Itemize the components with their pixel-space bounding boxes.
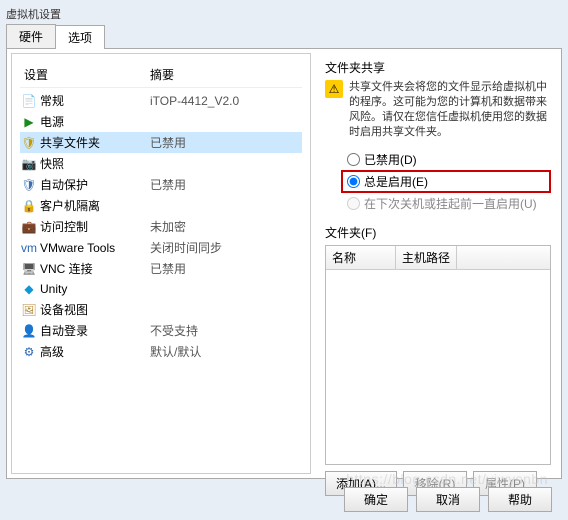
settings-row-VMware Tools[interactable]: vmVMware Tools关闭时间同步 — [20, 237, 302, 258]
row-icon: 🛡 — [20, 177, 38, 193]
row-icon: 📷 — [20, 156, 38, 172]
radio-always-enabled[interactable]: 总是启用(E) — [341, 170, 551, 193]
row-icon: 🛡 — [20, 135, 38, 151]
settings-row-共享文件夹[interactable]: 🛡共享文件夹已禁用 — [20, 132, 302, 153]
radio-until-next[interactable]: 在下次关机或挂起前一直启用(U) — [347, 193, 551, 214]
settings-row-快照[interactable]: 📷快照 — [20, 153, 302, 174]
settings-row-自动保护[interactable]: 🛡自动保护已禁用 — [20, 174, 302, 195]
warning-icon: ⚠ — [325, 80, 343, 98]
row-icon: 👤 — [20, 323, 38, 339]
ok-button[interactable]: 确定 — [344, 487, 408, 512]
window-title: 虚拟机设置 — [6, 6, 562, 22]
row-label: 设备视图 — [38, 301, 150, 318]
row-icon: vm — [20, 240, 38, 256]
row-label: 自动保护 — [38, 176, 150, 193]
folder-sharing-label: 文件夹共享 — [325, 59, 551, 76]
folders-col-name[interactable]: 名称 — [326, 246, 396, 269]
options-detail: 文件夹共享 ⚠ 共享文件夹会将您的文件显示给虚拟机中的程序。这可能为您的计算机和… — [315, 49, 561, 478]
row-icon: 📄 — [20, 93, 38, 109]
row-icon: ▶ — [20, 114, 38, 130]
tab-hardware[interactable]: 硬件 — [6, 24, 56, 48]
row-icon: 💼 — [20, 219, 38, 235]
row-label: 常规 — [38, 92, 150, 109]
settings-row-Unity[interactable]: ◆Unity — [20, 279, 302, 299]
row-label: 访问控制 — [38, 218, 150, 235]
row-summary: iTOP-4412_V2.0 — [150, 94, 302, 108]
row-label: VMware Tools — [38, 241, 150, 255]
row-summary: 未加密 — [150, 218, 302, 235]
row-label: 共享文件夹 — [38, 134, 150, 151]
row-summary: 已禁用 — [150, 134, 302, 151]
settings-row-VNC 连接[interactable]: 🖥VNC 连接已禁用 — [20, 258, 302, 279]
row-label: Unity — [38, 282, 150, 296]
row-label: 快照 — [38, 155, 150, 172]
folders-table[interactable]: 名称 主机路径 — [325, 245, 551, 465]
settings-row-常规[interactable]: 📄常规iTOP-4412_V2.0 — [20, 90, 302, 111]
settings-row-设备视图[interactable]: 🖼设备视图 — [20, 299, 302, 320]
row-summary: 已禁用 — [150, 260, 302, 277]
settings-col-summary: 摘要 — [150, 66, 302, 83]
row-summary: 已禁用 — [150, 176, 302, 193]
row-label: 自动登录 — [38, 322, 150, 339]
tab-strip: 硬件 选项 — [6, 24, 562, 49]
row-summary: 默认/默认 — [150, 343, 302, 360]
row-label: 客户机隔离 — [38, 197, 150, 214]
row-icon: ⚙ — [20, 344, 38, 360]
row-summary: 不受支持 — [150, 322, 302, 339]
row-label: VNC 连接 — [38, 260, 150, 277]
settings-row-高级[interactable]: ⚙高级默认/默认 — [20, 341, 302, 362]
settings-col-setting: 设置 — [20, 66, 150, 83]
row-label: 高级 — [38, 343, 150, 360]
help-button[interactable]: 帮助 — [488, 487, 552, 512]
settings-row-电源[interactable]: ▶电源 — [20, 111, 302, 132]
row-icon: ◆ — [20, 281, 38, 297]
row-icon: 🖥 — [20, 261, 38, 277]
cancel-button[interactable]: 取消 — [416, 487, 480, 512]
settings-list: 设置 摘要 📄常规iTOP-4412_V2.0▶电源🛡共享文件夹已禁用📷快照🛡自… — [11, 53, 311, 474]
folders-col-hostpath[interactable]: 主机路径 — [396, 246, 457, 269]
row-label: 电源 — [38, 113, 150, 130]
folders-label: 文件夹(F) — [325, 224, 551, 241]
sharing-info-text: 共享文件夹会将您的文件显示给虚拟机中的程序。这可能为您的计算机和数据带来风险。请… — [349, 80, 551, 139]
settings-row-客户机隔离[interactable]: 🔒客户机隔离 — [20, 195, 302, 216]
radio-disabled[interactable]: 已禁用(D) — [347, 149, 551, 170]
row-icon: 🖼 — [20, 302, 38, 318]
row-summary: 关闭时间同步 — [150, 239, 302, 256]
settings-row-自动登录[interactable]: 👤自动登录不受支持 — [20, 320, 302, 341]
row-icon: 🔒 — [20, 198, 38, 214]
tab-options[interactable]: 选项 — [55, 25, 105, 49]
watermark: https://blog.csdn.net/yiwysnbn — [346, 471, 548, 487]
settings-row-访问控制[interactable]: 💼访问控制未加密 — [20, 216, 302, 237]
